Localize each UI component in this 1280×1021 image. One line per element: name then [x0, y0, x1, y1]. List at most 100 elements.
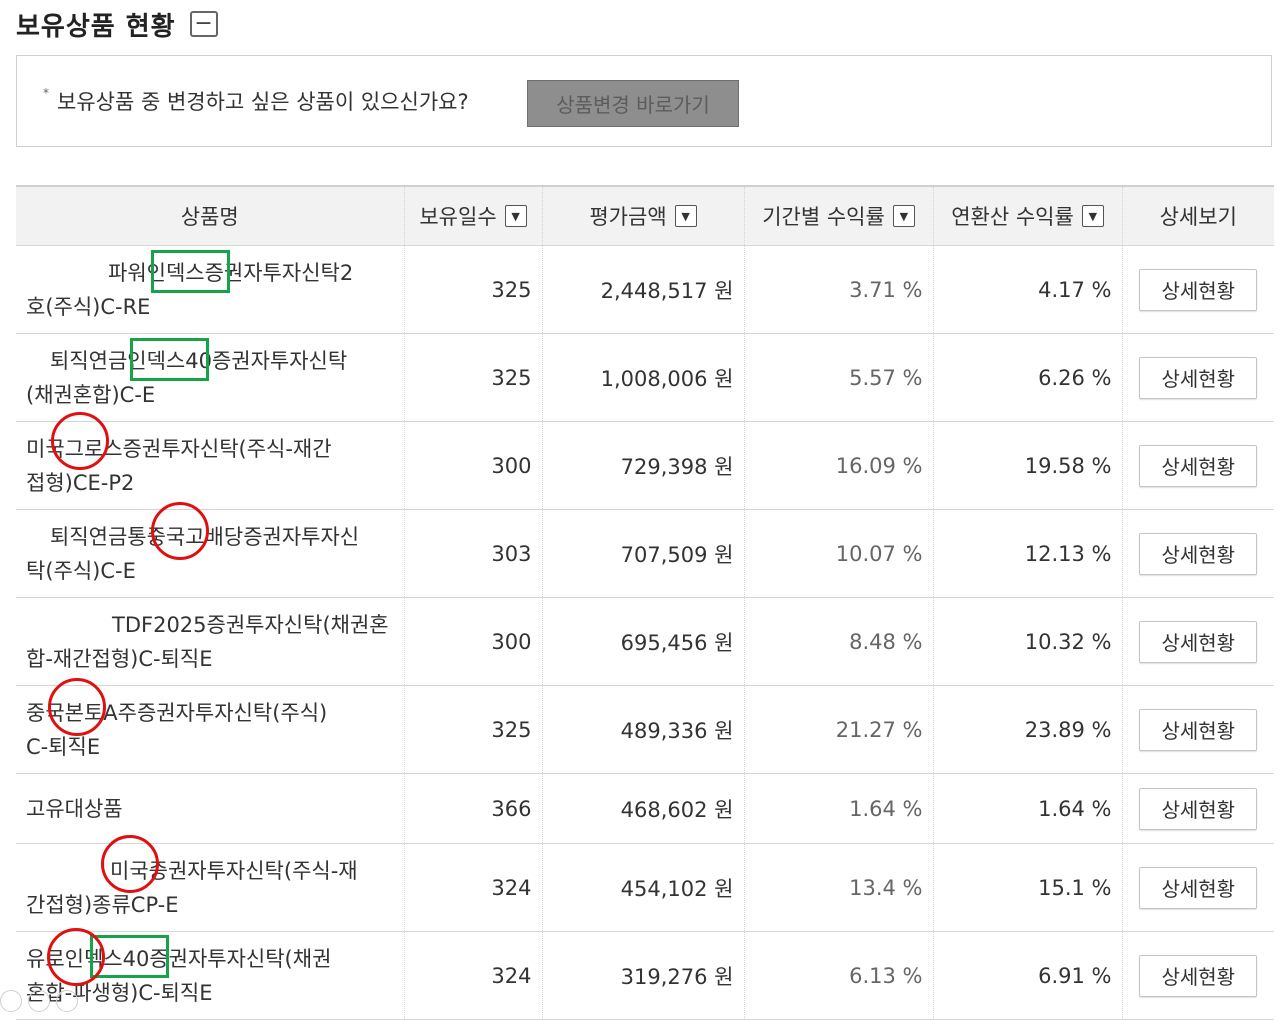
table-row: 미국그로스증권투자신탁(주식-재간 접형)CE-P2 300 729,398 원 16.…: [16, 421, 1274, 510]
bullet-icon: *: [43, 86, 49, 100]
circle-icon: [56, 990, 78, 1012]
search-icon: [28, 990, 50, 1012]
col-header-detail: 상세보기: [1121, 185, 1274, 246]
period-return: 8.48 %: [743, 597, 933, 686]
table-row: TDF2025증권투자신탁(채권혼 합-재간접형)C-퇴직E 300 695,456 …: [16, 597, 1274, 686]
product-name: TDF2025증권투자신탁(채권혼합-재간접형)C-퇴직E: [16, 597, 404, 686]
annual-return: 12.13 %: [932, 509, 1122, 598]
circle-icon: [0, 990, 22, 1012]
evaluation-amount: 454,102 원: [541, 843, 744, 932]
table-row: 고유대상품 366 468,602 원 1.64 % 1.64 % 상세현황: [16, 773, 1274, 844]
detail-button[interactable]: 상세현황: [1139, 444, 1258, 487]
evaluation-amount: 319,276 원: [541, 931, 744, 1020]
table-row: 퇴직연금인덱스40증권자투자신탁 (채권혼합)C-E 325 1,008,006 원5…: [16, 333, 1274, 422]
holding-days: 303: [403, 509, 542, 598]
product-name-line1: 퇴직연금통중국고배당증권자투자신: [50, 524, 360, 549]
detail-button[interactable]: 상세현황: [1139, 268, 1258, 311]
product-name-line1: 미국그로스증권투자신탁(주식-재간: [26, 436, 332, 461]
annual-return: 6.26 %: [932, 333, 1122, 422]
table-row: 파워인덱스증권자투자신탁2 호(주식)C-RE 325 2,448,517 원 3.71…: [16, 245, 1274, 334]
product-name-line1: TDF2025증권투자신탁(채권혼: [112, 612, 389, 637]
period-return: 13.4 %: [743, 843, 933, 932]
product-name-line2: 호(주식)C-RE: [26, 294, 151, 319]
period-return: 1.64 %: [743, 773, 933, 844]
holding-days: 324: [403, 843, 542, 932]
detail-button[interactable]: 상세현황: [1139, 954, 1258, 997]
sort-annual-return-dropdown-icon[interactable]: ▼: [1081, 205, 1104, 227]
detail-button[interactable]: 상세현황: [1139, 356, 1258, 399]
period-return: 6.13 %: [743, 931, 933, 1020]
detail-cell: 상세현황: [1121, 773, 1274, 844]
sort-days-dropdown-icon[interactable]: ▼: [504, 205, 527, 227]
evaluation-amount: 707,509 원: [541, 509, 744, 598]
notice-text: 보유상품 중 변경하고 싶은 상품이 있으신가요?: [57, 90, 469, 114]
evaluation-amount: 468,602 원: [541, 773, 744, 844]
section-header: 보유상품 현황 −: [16, 6, 218, 42]
table-header-row: 상품명 보유일수 ▼ 평가금액 ▼ 기간별 수익률 ▼ 연환산 수익률 ▼ 상세보기: [16, 185, 1274, 246]
table-row: 중국본토A주증권자투자신탁(주식) C-퇴직E 325 489,336 원 21.27 …: [16, 685, 1274, 774]
product-name: 미국그로스증권투자신탁(주식-재간접형)CE-P2: [16, 421, 404, 510]
product-name-line1: 파워인덱스증권자투자신탁2: [108, 260, 354, 285]
evaluation-amount: 729,398 원: [541, 421, 744, 510]
product-name-line1: 미국증권자투자신탁(주식-재: [110, 858, 358, 883]
holding-days: 325: [403, 245, 542, 334]
detail-button[interactable]: 상세현황: [1139, 708, 1258, 751]
period-return: 3.71 %: [743, 245, 933, 334]
col-header-period-return: 기간별 수익률 ▼: [743, 185, 933, 246]
product-name-line2: 합-재간접형)C-퇴직E: [26, 646, 213, 671]
product-name-line2: 접형)CE-P2: [26, 470, 135, 495]
detail-cell: 상세현황: [1121, 333, 1274, 422]
holding-days: 366: [403, 773, 542, 844]
holding-days: 300: [403, 597, 542, 686]
detail-cell: 상세현황: [1121, 509, 1274, 598]
notice-message: * 보유상품 중 변경하고 싶은 상품이 있으신가요?: [43, 86, 469, 116]
annual-return: 23.89 %: [932, 685, 1122, 774]
detail-cell: 상세현황: [1121, 245, 1274, 334]
detail-cell: 상세현황: [1121, 685, 1274, 774]
product-name-line2: 간접형)종류CP-E: [26, 892, 179, 917]
period-return: 21.27 %: [743, 685, 933, 774]
table-row: 미국증권자투자신탁(주식-재 간접형)종류CP-E 324 454,102 원 13.4…: [16, 843, 1274, 932]
product-name-line2: C-퇴직E: [26, 734, 101, 759]
annual-return: 4.17 %: [932, 245, 1122, 334]
detail-button[interactable]: 상세현황: [1139, 866, 1258, 909]
product-name-line1: 중국본토A주증권자투자신탁(주식): [26, 700, 328, 725]
holdings-table: 상품명 보유일수 ▼ 평가금액 ▼ 기간별 수익률 ▼ 연환산 수익률 ▼ 상세보기 파…: [16, 185, 1274, 1020]
holding-days: 325: [403, 333, 542, 422]
annual-return: 1.64 %: [932, 773, 1122, 844]
detail-button[interactable]: 상세현황: [1139, 532, 1258, 575]
col-header-annual-return: 연환산 수익률 ▼: [932, 185, 1122, 246]
evaluation-amount: 695,456 원: [541, 597, 744, 686]
annual-return: 15.1 %: [932, 843, 1122, 932]
section-title: 보유상품 현황: [16, 11, 176, 42]
sort-period-return-dropdown-icon[interactable]: ▼: [892, 205, 915, 227]
annual-return: 6.91 %: [932, 931, 1122, 1020]
product-name-line1: 퇴직연금인덱스40증권자투자신탁: [50, 348, 348, 373]
notice-box: * 보유상품 중 변경하고 싶은 상품이 있으신가요? 상품변경 바로가기: [16, 55, 1272, 147]
change-product-button[interactable]: 상품변경 바로가기: [527, 80, 739, 127]
product-name-line2: 탁(주식)C-E: [26, 558, 136, 583]
product-name: 미국증권자투자신탁(주식-재간접형)종류CP-E: [16, 843, 404, 932]
detail-cell: 상세현황: [1121, 931, 1274, 1020]
evaluation-amount: 2,448,517 원: [541, 245, 744, 334]
product-name: 파워인덱스증권자투자신탁2 호(주식)C-RE: [16, 245, 404, 334]
detail-button[interactable]: 상세현황: [1139, 620, 1258, 663]
product-name: 중국본토A주증권자투자신탁(주식) C-퇴직E: [16, 685, 404, 774]
detail-cell: 상세현황: [1121, 597, 1274, 686]
product-name-line1: 고유대상품: [26, 796, 123, 821]
sort-amount-dropdown-icon[interactable]: ▼: [674, 205, 697, 227]
product-name: 퇴직연금인덱스40증권자투자신탁 (채권혼합)C-E: [16, 333, 404, 422]
collapse-icon[interactable]: −: [189, 11, 218, 37]
annual-return: 10.32 %: [932, 597, 1122, 686]
corner-icons: [0, 990, 78, 1012]
detail-button[interactable]: 상세현황: [1139, 787, 1258, 830]
col-header-amount: 평가금액 ▼: [541, 185, 744, 246]
product-name: 고유대상품: [16, 773, 404, 844]
col-header-name: 상품명: [16, 185, 404, 246]
product-name-line2: (채권혼합)C-E: [26, 382, 156, 407]
detail-cell: 상세현황: [1121, 421, 1274, 510]
detail-cell: 상세현황: [1121, 843, 1274, 932]
holding-days: 300: [403, 421, 542, 510]
holding-days: 324: [403, 931, 542, 1020]
table-row: 유로인덱스40증권자투자신탁(채권 혼합-파생형)C-퇴직E 324 319,276 …: [16, 931, 1274, 1020]
